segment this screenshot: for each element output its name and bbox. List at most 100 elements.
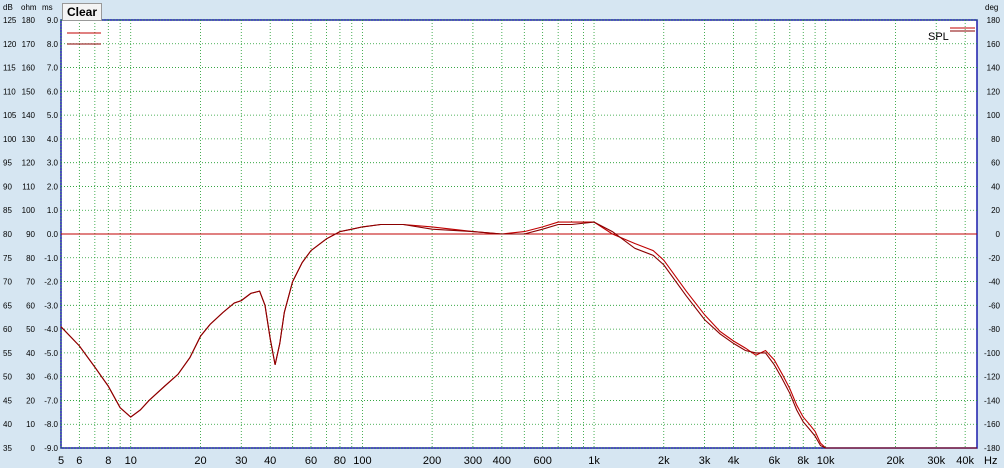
x-tick-label: 10k [817, 455, 835, 467]
y-tick-label-db: 40 [3, 420, 12, 429]
y2-tick-label: -120 [984, 373, 1001, 382]
y-tick-label-ms: 4.0 [47, 135, 59, 144]
y-tick-label-ms: 8.0 [47, 40, 59, 49]
y-tick-label-db: 85 [3, 206, 12, 215]
y-tick-label-ohm: 20 [26, 396, 35, 405]
x-tick-label: 6 [76, 455, 82, 467]
x-tick-label: 20 [194, 455, 206, 467]
x-tick-label: 300 [464, 455, 482, 467]
x-tick-label: 200 [423, 455, 441, 467]
y2-tick-label: 120 [987, 87, 1001, 96]
y2-tick-label: -20 [988, 254, 1000, 263]
y-tick-label-ohm: 60 [26, 301, 35, 310]
x-tick-label: 4k [728, 455, 740, 467]
ms-axis-header: ms [42, 3, 53, 12]
x-tick-label: 400 [493, 455, 511, 467]
y-tick-label-db: 75 [3, 254, 12, 263]
x-tick-label: 40k [956, 455, 974, 467]
y-tick-label-ms: -1.0 [44, 254, 58, 263]
x-tick-label: 5 [58, 455, 64, 467]
x-tick-label: 100 [353, 455, 371, 467]
y-tick-label-db: 115 [3, 64, 16, 73]
y2-tick-label: 80 [991, 135, 1000, 144]
y2-tick-label: 140 [987, 64, 1001, 73]
y-tick-label-ohm: 100 [22, 206, 36, 215]
y-tick-label-ms: 9.0 [47, 16, 59, 25]
y-tick-label-db: 110 [3, 87, 16, 96]
y-tick-label-db: 45 [3, 396, 12, 405]
clear-button[interactable]: Clear [62, 3, 102, 21]
y-tick-label-ohm: 180 [22, 16, 36, 25]
y-tick-label-db: 80 [3, 230, 12, 239]
y-tick-label-ms: 6.0 [47, 87, 59, 96]
y-tick-label-ohm: 140 [22, 111, 36, 120]
x-tick-label: 30k [927, 455, 945, 467]
deg-axis-header: deg [985, 3, 998, 12]
y-tick-label-db: 95 [3, 159, 12, 168]
y-tick-label-ohm: 40 [26, 349, 35, 358]
y-tick-label-ms: -5.0 [44, 349, 58, 358]
y-tick-label-db: 55 [3, 349, 12, 358]
y2-tick-label: 20 [991, 206, 1000, 215]
y2-tick-label: -40 [988, 278, 1000, 287]
y2-tick-label: 40 [991, 182, 1000, 191]
y-tick-label-ms: -9.0 [44, 444, 58, 453]
y-tick-label-ohm: 170 [22, 40, 36, 49]
y-tick-label-db: 70 [3, 278, 12, 287]
y-tick-label-ms: -4.0 [44, 325, 58, 334]
x-tick-label: 40 [264, 455, 276, 467]
x-tick-label: 20k [887, 455, 905, 467]
y-axis-ticks: 125 180 9.0 120 170 8.0 115 160 7.0 110 150 6.0 105 1… [3, 16, 59, 453]
y-tick-label-ms: -2.0 [44, 278, 58, 287]
y2-axis-ticks: 180 160 140 120 100 80 60 40 20 0 -20 -40 -60 -80 -100… [984, 16, 1001, 453]
y-tick-label-ohm: 80 [26, 254, 35, 263]
y2-tick-label: -140 [984, 396, 1001, 405]
y2-tick-label: 160 [987, 40, 1001, 49]
x-tick-label: 2k [658, 455, 670, 467]
y-tick-label-ohm: 120 [22, 159, 36, 168]
y-tick-label-db: 35 [3, 444, 12, 453]
ohm-axis-header: ohm [21, 3, 37, 12]
y2-tick-label: -80 [988, 325, 1000, 334]
y-tick-label-db: 65 [3, 301, 12, 310]
y-tick-label-ms: 7.0 [47, 64, 59, 73]
y-tick-label-ohm: 150 [22, 87, 36, 96]
x-tick-label: 10 [125, 455, 137, 467]
y-tick-label-ms: 5.0 [47, 111, 59, 120]
y-tick-label-ohm: 50 [26, 325, 35, 334]
y-tick-label-ohm: 130 [22, 135, 36, 144]
y-tick-label-ohm: 70 [26, 278, 35, 287]
y2-tick-label: -180 [984, 444, 1001, 453]
y2-tick-label: -100 [984, 349, 1001, 358]
y-tick-label-ms: -3.0 [44, 301, 58, 310]
x-axis-ticks: 5 6 8 10 20 30 40 60 80 100 200 300 400 600 1k 2k 3k 4k 6k… [58, 455, 975, 467]
y-tick-label-db: 50 [3, 373, 12, 382]
x-tick-label: 3k [699, 455, 711, 467]
y-tick-label-ms: 3.0 [47, 159, 59, 168]
y-tick-label-ms: -8.0 [44, 420, 58, 429]
x-tick-label: 600 [533, 455, 551, 467]
y2-tick-label: 60 [991, 159, 1000, 168]
y-tick-label-ohm: 30 [26, 373, 35, 382]
y-tick-label-db: 120 [3, 40, 17, 49]
x-tick-label: 6k [768, 455, 780, 467]
y-tick-label-ms: 1.0 [47, 206, 59, 215]
legend-spl-label: SPL [928, 31, 949, 43]
y-tick-label-db: 125 [3, 16, 17, 25]
y2-tick-label: -160 [984, 420, 1001, 429]
x-tick-label: 80 [334, 455, 346, 467]
y-tick-label-ms: -7.0 [44, 396, 58, 405]
y2-tick-label: 180 [987, 16, 1001, 25]
y-tick-label-db: 100 [3, 135, 17, 144]
x-tick-label: 30 [235, 455, 247, 467]
frequency-response-chart: 125 180 9.0 120 170 8.0 115 160 7.0 110 150 6.0 10 5 1… [3, 3, 1001, 467]
y2-tick-label: -60 [988, 301, 1000, 310]
x-tick-label: 1k [588, 455, 600, 467]
y-tick-label-db: 90 [3, 182, 12, 191]
y2-tick-label: 100 [987, 111, 1001, 120]
y-tick-label-ohm: 110 [22, 182, 35, 191]
x-tick-label: 8 [105, 455, 111, 467]
y-tick-label-ohm: 0 [31, 444, 36, 453]
y-tick-label-ohm: 90 [26, 230, 35, 239]
hz-axis-label: Hz [984, 455, 997, 467]
